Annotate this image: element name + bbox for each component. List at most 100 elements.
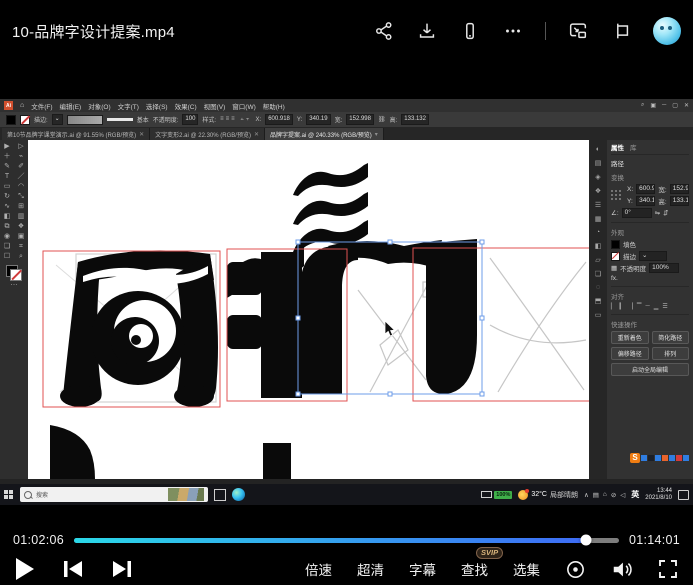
workspace-icon[interactable]: ▣	[650, 102, 656, 109]
stroke-weight-box[interactable]: ⌄	[52, 114, 63, 125]
close-icon[interactable]: ✕	[684, 102, 689, 109]
curvature-tool-icon[interactable]: ✐	[18, 162, 24, 172]
y-value[interactable]: 340.19	[306, 114, 330, 125]
edge-browser-icon[interactable]	[232, 488, 245, 501]
ai-menu-2[interactable]: 对象(O)	[88, 101, 110, 111]
swatches-panel-icon[interactable]: ▤	[595, 159, 602, 167]
stroke-swatch[interactable]	[611, 252, 620, 261]
gradient-panel-icon[interactable]: ◔	[596, 229, 600, 236]
h-field[interactable]: 133.13 px	[670, 196, 689, 206]
width-tool-icon[interactable]: ⊞	[18, 202, 24, 212]
h-value[interactable]: 133.132	[401, 114, 429, 125]
more-icon[interactable]	[502, 20, 524, 42]
artboards-panel-icon[interactable]: ❏	[595, 270, 601, 278]
document-tab-0[interactable]: 第10节品牌字课堂演示.ai @ 91.55% (RGB/预览)✕	[2, 128, 150, 140]
search-highlight-image[interactable]	[168, 488, 204, 501]
progress-knob[interactable]	[581, 535, 592, 546]
pathfinder-panel-icon[interactable]: ◌	[596, 284, 600, 291]
ai-menu-1[interactable]: 编辑(E)	[60, 101, 82, 111]
touch-keyboard-icon[interactable]: ▤	[593, 491, 599, 499]
magic-wand-tool-icon[interactable]: ＋	[4, 152, 11, 162]
hand-tool-icon[interactable]: ☐	[4, 252, 10, 262]
play-button[interactable]	[15, 557, 35, 581]
cast-icon[interactable]	[610, 20, 632, 42]
toolbar-more-icon[interactable]: ⋯	[11, 281, 18, 291]
y-field[interactable]: 340.19 px	[636, 196, 655, 206]
w-field[interactable]: 152.99 px	[670, 184, 689, 194]
control-speed[interactable]: 倍速	[305, 559, 332, 579]
eyedropper-tool-icon[interactable]: ❖	[18, 222, 24, 232]
taskbar-search[interactable]: 搜索	[20, 487, 208, 502]
zoom-tool-icon[interactable]: ⌕	[19, 252, 23, 262]
pencil-tool-icon[interactable]: ↻	[4, 192, 10, 202]
quick-action-3[interactable]: 排列	[652, 347, 690, 360]
toolbar-fill-stroke-swatches[interactable]	[6, 265, 22, 281]
distribute-icon[interactable]: ☰	[662, 303, 667, 310]
taskbar-clock[interactable]: 13:44 2021/8/10	[645, 488, 672, 502]
x-field[interactable]: 600.92 px	[636, 184, 655, 194]
stroke-weight-field[interactable]: ⌄	[639, 251, 667, 261]
opacity-value[interactable]: 100	[182, 114, 198, 125]
ai-menu-4[interactable]: 选择(S)	[146, 101, 168, 111]
ai-canvas[interactable]	[28, 140, 589, 479]
onedrive-icon[interactable]: ⌂	[603, 491, 607, 499]
fx-button[interactable]: fx.	[611, 275, 618, 282]
ai-menu-0[interactable]: 文件(F)	[31, 101, 52, 111]
quick-action-1[interactable]: 简化路径	[652, 331, 690, 344]
control-find[interactable]: 查找SVIP	[461, 559, 488, 579]
brushes-panel-icon[interactable]: ◈	[595, 173, 600, 181]
document-tab-2[interactable]: 品牌字提案.ai @ 240.33% (RGB/预览)▾	[265, 128, 384, 140]
artboard-tool-icon[interactable]: ⌗	[19, 242, 23, 252]
align-top-icon[interactable]: ▔	[637, 303, 642, 310]
ai-menu-3[interactable]: 文字(T)	[118, 101, 139, 111]
minimize-icon[interactable]: ─	[662, 102, 666, 109]
flip-h-icon[interactable]: ⇋	[655, 209, 660, 217]
paintbrush-tool-icon[interactable]: ◠	[18, 182, 24, 192]
start-button[interactable]	[4, 490, 14, 500]
align-right-icon[interactable]: ▕	[628, 303, 633, 310]
color-panel-icon[interactable]: ◐	[596, 146, 600, 153]
ai-menu-6[interactable]: 视图(V)	[204, 101, 226, 111]
hidden-icons-caret-icon[interactable]: ∧	[584, 491, 589, 499]
maximize-icon[interactable]: ▢	[672, 102, 678, 109]
layers-panel-icon[interactable]: ▦	[595, 215, 602, 223]
search-icon[interactable]: ⌕	[641, 102, 644, 109]
line-tool-icon[interactable]: ／	[18, 172, 25, 182]
pen-tool-icon[interactable]: ✎	[4, 162, 10, 172]
opacity-field[interactable]: 100%	[649, 263, 679, 273]
blend-tool-icon[interactable]: ◉	[4, 232, 10, 242]
scale-tool-icon[interactable]: ∿	[4, 202, 10, 212]
download-icon[interactable]	[416, 20, 438, 42]
tab-close-icon[interactable]: ✕	[254, 131, 259, 138]
fill-swatch[interactable]	[6, 115, 16, 125]
ai-menu-5[interactable]: 效果(C)	[175, 101, 197, 111]
tab-close-icon[interactable]: ✕	[139, 131, 144, 138]
input-language-indicator[interactable]: 英	[631, 489, 639, 500]
volume-icon[interactable]	[611, 559, 633, 580]
ai-menu-8[interactable]: 帮助(H)	[263, 101, 285, 111]
w-value[interactable]: 152.998	[346, 114, 374, 125]
weather-widget[interactable]: 32°C 局部晴朗	[518, 490, 578, 500]
brush-definition[interactable]	[67, 115, 103, 125]
tab-libraries[interactable]: 库	[630, 142, 637, 152]
ai-menu-7[interactable]: 窗口(W)	[232, 101, 255, 111]
gradient-tool-icon[interactable]: ⧉	[5, 222, 10, 232]
selection-tool-icon[interactable]: ▶	[4, 142, 9, 152]
align-h-center-icon[interactable]: ▎	[620, 303, 625, 310]
rotate-field[interactable]: 0°	[622, 208, 652, 218]
type-tool-icon[interactable]: T	[5, 172, 9, 182]
x-value[interactable]: 600.918	[265, 114, 293, 125]
stroke-panel-icon[interactable]: ☰	[595, 201, 601, 209]
rotate-tool-icon[interactable]: ⤡	[18, 192, 24, 202]
comments-panel-icon[interactable]: ▭	[595, 311, 602, 319]
stroke-type[interactable]: 基本	[137, 115, 149, 124]
free-transform-tool-icon[interactable]: ◧	[4, 212, 11, 222]
quick-action-2[interactable]: 偏移路径	[611, 347, 649, 360]
symbols-panel-icon[interactable]: ❖	[595, 187, 601, 195]
control-quality[interactable]: 超清	[357, 559, 384, 579]
network-icon[interactable]: ⊘	[611, 491, 616, 499]
document-tab-1[interactable]: 文字变形2.ai @ 22.30% (RGB/预览)✕	[150, 128, 265, 140]
lasso-tool-icon[interactable]: ⌁	[19, 152, 23, 162]
fill-swatch[interactable]	[611, 240, 620, 249]
quick-action-4[interactable]: 启动全局编辑	[611, 363, 689, 376]
